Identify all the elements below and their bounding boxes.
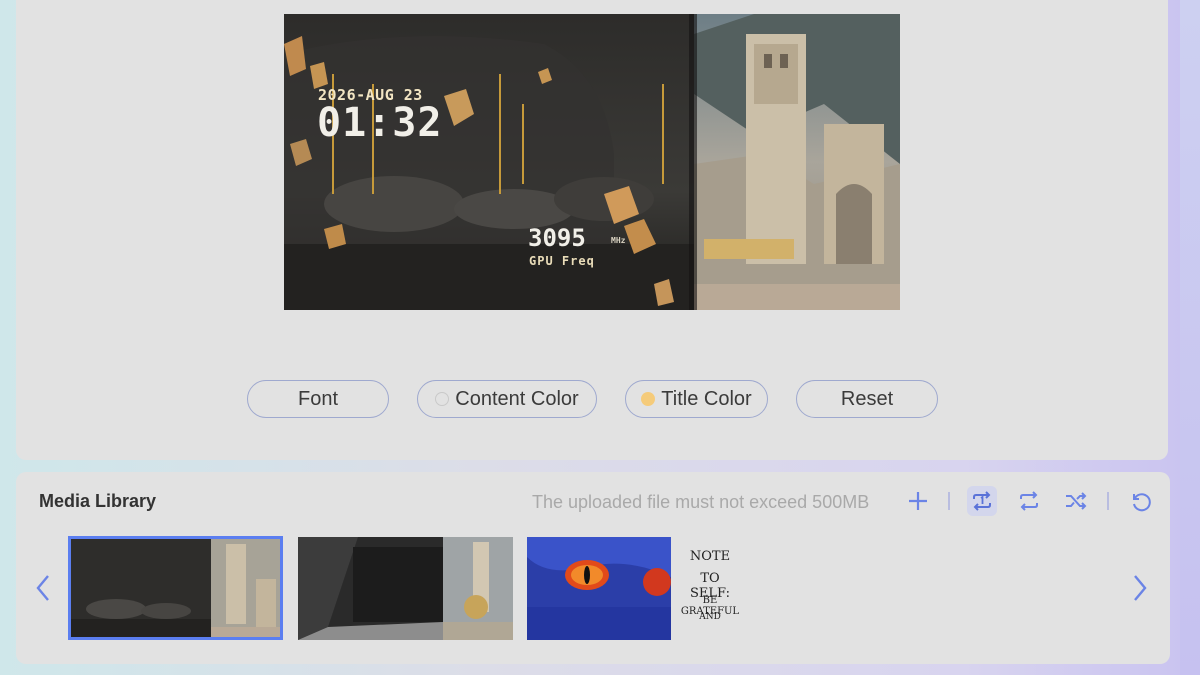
upload-size-note: The uploaded file must not exceed 500MB — [532, 492, 870, 512]
previous-arrow-icon[interactable] — [31, 570, 55, 606]
font-button[interactable]: Font — [247, 380, 389, 418]
thumbnail-text: NOTE — [689, 549, 731, 564]
preview-frequency-label: GPU Freq — [529, 254, 595, 268]
shuffle-icon[interactable] — [1061, 486, 1091, 516]
reset-button-label: Reset — [840, 387, 894, 410]
title-color-label: Title Color — [661, 387, 752, 410]
content-color-swatch — [435, 392, 450, 406]
media-library-title: Media Library — [39, 491, 157, 511]
media-thumbnail[interactable] — [527, 537, 671, 640]
toolbar-divider — [1107, 492, 1109, 510]
toolbar-divider — [948, 492, 950, 510]
thumbnail-text: AND — [699, 612, 721, 622]
reset-button[interactable]: Reset — [796, 380, 938, 418]
media-thumbnail[interactable]: NOTE TO SELF: BE GRATEFUL AND — [680, 537, 740, 640]
theme-preview: 2026-AUG 23 01:32 3095 MHz GPU Freq — [284, 14, 900, 310]
title-color-button[interactable]: Title Color — [625, 380, 768, 418]
repeat-icon[interactable] — [1014, 486, 1044, 516]
content-color-button[interactable]: Content Color — [417, 380, 597, 418]
title-color-swatch — [641, 392, 656, 406]
undo-icon[interactable] — [1125, 486, 1155, 516]
media-thumbnail-selected[interactable] — [68, 536, 283, 640]
content-color-label: Content Color — [455, 387, 579, 410]
plus-icon[interactable] — [903, 486, 933, 516]
font-button-label: Font — [297, 387, 339, 410]
right-edge — [1180, 0, 1200, 675]
repeat-one-icon[interactable] — [967, 486, 997, 516]
media-thumbnail[interactable] — [298, 537, 513, 640]
preview-frequency-unit: MHz — [611, 236, 626, 245]
preview-frequency: 3095 — [528, 224, 586, 252]
preview-time: 01:32 — [317, 100, 443, 146]
next-arrow-icon[interactable] — [1128, 570, 1152, 606]
